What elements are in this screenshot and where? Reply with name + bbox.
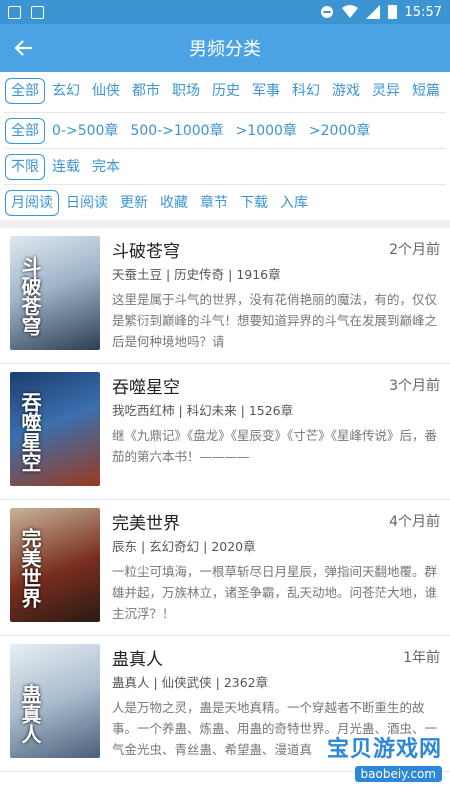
sort-filter-row: 月阅读 日阅读 更新 收藏 章节 下载 入库: [0, 185, 450, 220]
category-chip[interactable]: 灵异: [367, 79, 405, 103]
status-time: 15:57: [404, 4, 442, 20]
back-button[interactable]: [0, 24, 48, 72]
book-info: 完美世界 4个月前 辰东 | 玄幻奇幻 | 2020章 一粒尘可填海，一根草斩尽…: [112, 508, 440, 635]
book-update-time: 4个月前: [389, 514, 440, 530]
book-update-time: 3个月前: [389, 378, 440, 394]
gallery-notification-icon: [31, 5, 44, 19]
status-chip[interactable]: 不限: [5, 153, 45, 180]
category-chip[interactable]: 玄幻: [47, 79, 85, 103]
book-meta: 蛊真人 | 仙侠武侠 | 2362章: [112, 675, 269, 690]
status-chip[interactable]: 连载: [47, 155, 85, 179]
sort-chip[interactable]: 月阅读: [5, 189, 59, 216]
app-bar: 男频分类: [0, 24, 450, 72]
minus-circle-icon: [320, 6, 333, 18]
word-count-chip[interactable]: 0->500章: [47, 119, 123, 143]
word-count-chip[interactable]: >1000章: [231, 119, 302, 143]
book-update-time: 1年前: [403, 650, 440, 666]
book-item[interactable]: 吞噬星空 吞噬星空 3个月前 我吃西红柿 | 科幻未来 | 1526章 继《九鼎…: [0, 364, 450, 500]
watermark-url: baobeiy.com: [354, 766, 442, 782]
image-notification-icon: [8, 5, 21, 19]
book-title: 完美世界: [112, 513, 180, 534]
page-title: 男频分类: [189, 39, 261, 60]
sort-chip[interactable]: 章节: [195, 191, 233, 215]
category-chip[interactable]: 军事: [247, 79, 285, 103]
category-filter-row: 全部 玄幻 仙侠 都市 职场 历史 军事 科幻 游戏 灵异 短篇: [0, 72, 450, 112]
category-chip[interactable]: 历史: [207, 79, 245, 103]
status-chip[interactable]: 完本: [87, 155, 125, 179]
book-cover: 蛊真人: [10, 644, 100, 758]
book-item[interactable]: 完美世界 完美世界 4个月前 辰东 | 玄幻奇幻 | 2020章 一粒尘可填海，…: [0, 500, 450, 636]
book-title: 吞噬星空: [112, 377, 180, 398]
cover-title: 蛊真人: [18, 684, 42, 744]
word-count-chip[interactable]: 500->1000章: [125, 119, 228, 143]
book-meta: 我吃西红柿 | 科幻未来 | 1526章: [112, 403, 294, 418]
signal-icon: [365, 5, 380, 19]
book-cover: 吞噬星空: [10, 372, 100, 486]
book-update-time: 2个月前: [389, 242, 440, 258]
category-chip[interactable]: 仙侠: [87, 79, 125, 103]
book-info: 斗破苍穹 2个月前 天蚕土豆 | 历史传奇 | 1916章 这里是属于斗气的世界…: [112, 236, 440, 363]
status-bar: 15:57: [0, 0, 450, 24]
section-gap: [0, 220, 450, 228]
book-description: 继《九鼎记》《盘龙》《星辰变》《寸芒》《星峰传说》后，番茄的第六本书！————: [112, 428, 438, 464]
book-cover: 完美世界: [10, 508, 100, 622]
category-chip[interactable]: 职场: [167, 79, 205, 103]
book-item[interactable]: 斗破苍穹 斗破苍穹 2个月前 天蚕土豆 | 历史传奇 | 1916章 这里是属于…: [0, 228, 450, 364]
sort-chip[interactable]: 下载: [235, 191, 273, 215]
arrow-left-icon: [14, 40, 32, 56]
battery-icon: [387, 5, 397, 19]
word-count-filter-row: 全部 0->500章 500->1000章 >1000章 >2000章: [0, 113, 450, 148]
word-count-chip[interactable]: >2000章: [304, 119, 375, 143]
book-meta: 辰东 | 玄幻奇幻 | 2020章: [112, 539, 256, 554]
category-chip[interactable]: 短篇: [407, 79, 445, 103]
category-chip[interactable]: 科幻: [287, 79, 325, 103]
book-title: 斗破苍穹: [112, 241, 180, 262]
book-cover: 斗破苍穹: [10, 236, 100, 350]
book-info: 吞噬星空 3个月前 我吃西红柿 | 科幻未来 | 1526章 继《九鼎记》《盘龙…: [112, 372, 440, 499]
category-chip[interactable]: 全部: [5, 78, 45, 104]
cover-title: 斗破苍穹: [18, 256, 42, 336]
book-title: 蛊真人: [112, 649, 163, 670]
book-meta: 天蚕土豆 | 历史传奇 | 1916章: [112, 267, 281, 282]
word-count-chip[interactable]: 全部: [5, 117, 45, 144]
category-chip[interactable]: 都市: [127, 79, 165, 103]
cover-title: 吞噬星空: [18, 392, 42, 472]
book-description: 一粒尘可填海，一根草斩尽日月星辰，弹指间天翻地覆。群雄并起，万族林立，诸圣争霸，…: [112, 564, 438, 621]
watermark-logo: 宝贝游戏网: [326, 737, 442, 762]
sort-chip[interactable]: 入库: [275, 191, 313, 215]
cover-title: 完美世界: [18, 528, 42, 608]
sort-chip[interactable]: 日阅读: [61, 191, 113, 215]
sort-chip[interactable]: 更新: [115, 191, 153, 215]
wifi-icon: [341, 5, 358, 18]
sort-chip[interactable]: 收藏: [155, 191, 193, 215]
status-filter-row: 不限 连载 完本: [0, 149, 450, 184]
category-chip[interactable]: 游戏: [327, 79, 365, 103]
book-list: 斗破苍穹 斗破苍穹 2个月前 天蚕土豆 | 历史传奇 | 1916章 这里是属于…: [0, 228, 450, 772]
watermark: 宝贝游戏网 baobeiy.com: [327, 731, 442, 782]
book-description: 这里是属于斗气的世界，没有花俏艳丽的魔法，有的，仅仅是繁衍到巅峰的斗气！想要知道…: [112, 292, 438, 349]
